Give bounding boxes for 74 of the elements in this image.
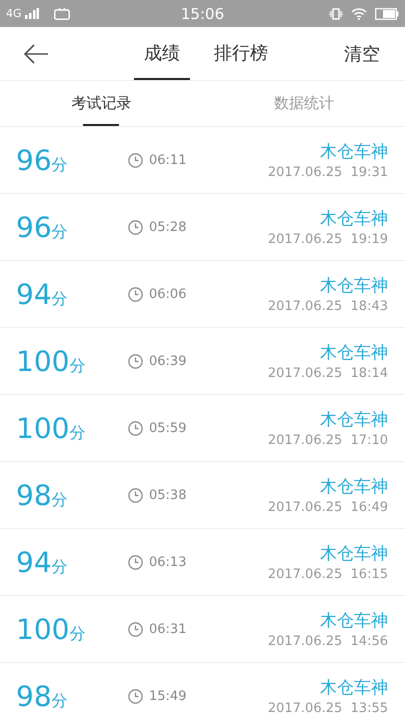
network-label: 4G [6, 7, 22, 20]
signal-icon [24, 8, 39, 19]
duration-text: 06:11 [149, 152, 186, 168]
clock-icon [128, 488, 143, 502]
user-name: 木仓车神 [320, 342, 388, 364]
clock-icon [128, 622, 143, 636]
clock-icon [128, 688, 143, 704]
wifi-icon [351, 8, 367, 20]
score-value: 94 [16, 546, 52, 578]
user-name: 木仓车神 [320, 610, 388, 632]
date-time: 2017.06.25 13:55 [268, 701, 388, 716]
date-time: 2017.06.25 18:43 [268, 299, 388, 314]
user-name: 木仓车神 [320, 476, 388, 498]
user-name: 木仓车神 [320, 543, 388, 565]
score-unit: 分 [52, 690, 68, 712]
header-tab[interactable]: 排行榜 [204, 27, 278, 80]
record-row[interactable]: 100分 06:31 木仓车神 2017.06.25 14:56 [0, 596, 405, 663]
score-value: 100 [16, 412, 70, 444]
date-time: 2017.06.25 14:56 [268, 634, 388, 649]
score-unit: 分 [52, 490, 68, 510]
score-value: 100 [16, 612, 70, 646]
record-row[interactable]: 100分 05:59 木仓车神 2017.06.25 17:10 [0, 395, 405, 462]
user-name: 木仓车神 [320, 677, 388, 699]
date-time: 2017.06.25 17:10 [268, 433, 388, 448]
duration-text: 06:39 [149, 354, 186, 368]
clock-icon [128, 152, 143, 168]
battery-icon [375, 8, 399, 20]
clock-icon [128, 286, 143, 302]
duration-text: 05:38 [149, 488, 186, 502]
score-unit: 分 [69, 356, 86, 376]
tv-icon [54, 8, 70, 20]
clock-icon [128, 420, 143, 436]
sub-tab[interactable]: 数据统计 [202, 81, 405, 126]
clock-icon [128, 220, 143, 234]
duration-text: 06:06 [149, 286, 186, 302]
score-value: 94 [16, 278, 52, 310]
duration-text: 05:59 [149, 420, 186, 436]
record-row[interactable]: 100分 06:39 木仓车神 2017.06.25 18:14 [0, 328, 405, 395]
score-value: 96 [16, 144, 52, 176]
date-time: 2017.06.25 19:31 [268, 165, 388, 180]
score-unit: 分 [69, 422, 86, 444]
score-unit: 分 [52, 222, 68, 242]
clock-icon [128, 554, 143, 570]
user-name: 木仓车神 [320, 275, 388, 297]
score-value: 98 [16, 478, 52, 512]
vibrate-icon [329, 8, 343, 20]
record-row[interactable]: 96分 05:28 木仓车神 2017.06.25 19:19 [0, 194, 405, 261]
user-name: 木仓车神 [320, 409, 388, 431]
back-arrow-icon[interactable] [23, 44, 49, 64]
score-value: 96 [16, 210, 52, 244]
date-time: 2017.06.25 18:14 [268, 366, 388, 381]
clear-button[interactable]: 清空 [338, 40, 386, 66]
date-time: 2017.06.25 19:19 [268, 232, 388, 247]
duration-text: 05:28 [149, 220, 186, 234]
clock-time: 15:06 [180, 4, 224, 22]
user-name: 木仓车神 [320, 208, 388, 230]
score-unit: 分 [52, 154, 68, 176]
score-value: 98 [16, 680, 52, 712]
record-row[interactable]: 98分 15:49 木仓车神 2017.06.25 13:55 [0, 663, 405, 720]
record-row[interactable]: 94分 06:13 木仓车神 2017.06.25 16:15 [0, 529, 405, 596]
record-row[interactable]: 94分 06:06 木仓车神 2017.06.25 18:43 [0, 261, 405, 328]
score-unit: 分 [69, 624, 86, 644]
duration-text: 06:13 [149, 554, 186, 570]
score-value: 100 [16, 344, 70, 378]
duration-text: 06:31 [149, 622, 186, 636]
record-row[interactable]: 98分 05:38 木仓车神 2017.06.25 16:49 [0, 462, 405, 529]
clock-icon [128, 354, 143, 368]
record-row[interactable]: 96分 06:11 木仓车神 2017.06.25 19:31 [0, 127, 405, 194]
duration-text: 15:49 [149, 688, 186, 704]
date-time: 2017.06.25 16:15 [268, 567, 388, 582]
date-time: 2017.06.25 16:49 [268, 500, 388, 515]
score-unit: 分 [52, 288, 68, 310]
score-unit: 分 [52, 556, 68, 578]
user-name: 木仓车神 [320, 141, 388, 163]
